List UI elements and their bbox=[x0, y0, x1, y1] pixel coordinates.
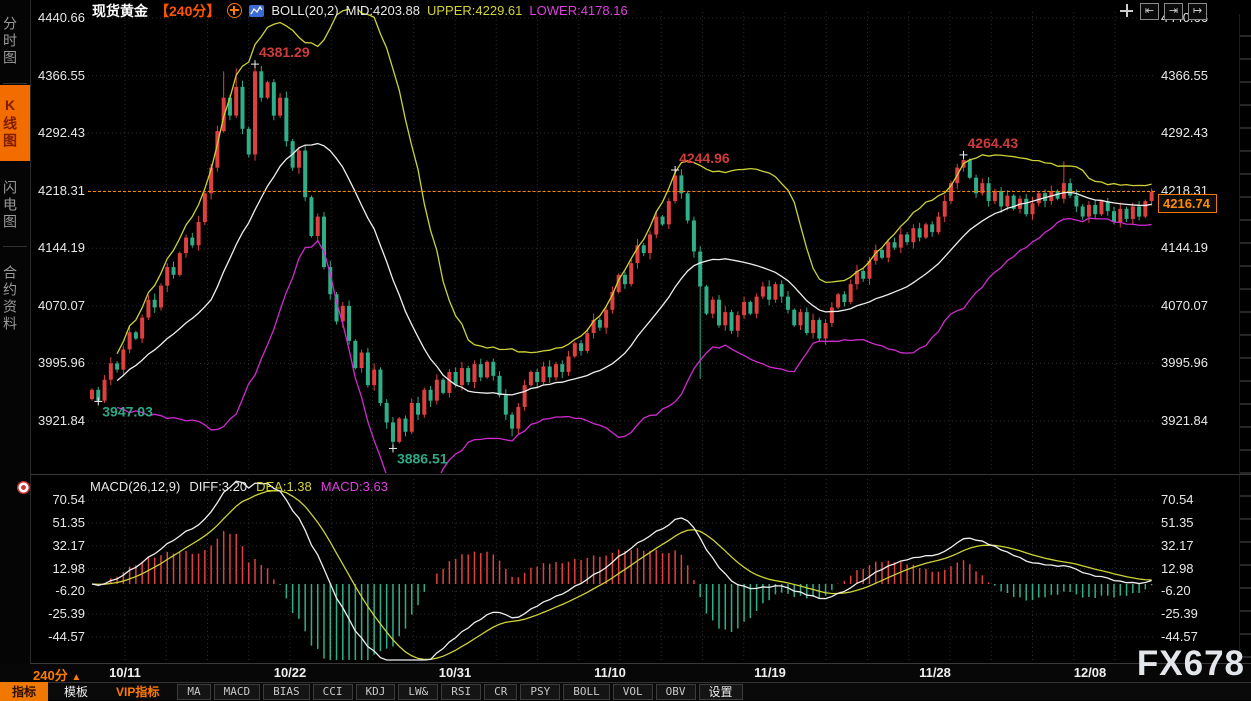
pane-separator bbox=[0, 474, 1251, 475]
price-annotation: 3886.51 bbox=[397, 450, 448, 466]
restore-icon[interactable] bbox=[227, 3, 242, 18]
indicator-button-rsi[interactable]: RSI bbox=[441, 684, 481, 700]
template-button[interactable]: 模板 bbox=[52, 682, 100, 701]
left-axis-label: 4218.31 bbox=[30, 183, 85, 198]
left-axis-label: 4366.55 bbox=[30, 68, 85, 83]
right-axis-label: -6.20 bbox=[1161, 583, 1235, 598]
right-axis-label: 4366.55 bbox=[1161, 68, 1235, 83]
left-axis-label: 12.98 bbox=[30, 561, 85, 576]
shift-right-icon[interactable]: ↦ bbox=[1188, 3, 1207, 20]
indicator-button-vol[interactable]: VOL bbox=[613, 684, 653, 700]
chart-tool-icons: ⇤ ⇥ ↦ bbox=[1118, 3, 1207, 20]
date-label: 12/08 bbox=[1060, 665, 1120, 680]
indicator-button-cr[interactable]: CR bbox=[484, 684, 517, 700]
indicator-settings-icon[interactable] bbox=[17, 481, 30, 494]
left-axis-label: 4144.19 bbox=[30, 240, 85, 255]
right-axis-label: -44.57 bbox=[1161, 629, 1235, 644]
macd-dea-value: DEA:1.38 bbox=[256, 479, 312, 494]
macd-diff-value: DIFF:3.20 bbox=[189, 479, 247, 494]
sidebar-divider bbox=[3, 246, 27, 247]
fx678-watermark: FX678 bbox=[1137, 644, 1245, 684]
left-axis-label: 3995.96 bbox=[30, 355, 85, 370]
indicator-button-ma[interactable]: MA bbox=[177, 684, 210, 700]
settings-button[interactable]: 设置 bbox=[699, 684, 743, 700]
sidebar-tab-flash[interactable]: 闪电图 bbox=[0, 166, 30, 244]
boll-lower-value: LOWER:4178.16 bbox=[529, 3, 627, 18]
left-axis-label: 51.35 bbox=[30, 515, 85, 530]
left-axis-label: 4440.66 bbox=[30, 10, 85, 25]
price-annotation: 4381.29 bbox=[259, 44, 310, 60]
boll-mid-value: MID:4203.88 bbox=[346, 3, 420, 18]
left-axis-label: 3921.84 bbox=[30, 413, 85, 428]
left-sidebar: 分时图 K线图 闪电图 合约资料 bbox=[0, 0, 31, 682]
indicator-button-obv[interactable]: OBV bbox=[656, 684, 696, 700]
indicator-button-bias[interactable]: BIAS bbox=[263, 684, 310, 700]
left-axis-label: -44.57 bbox=[30, 629, 85, 644]
current-price-line bbox=[88, 191, 1155, 192]
scale-left-icon[interactable]: ⇤ bbox=[1140, 3, 1159, 20]
chart-icon[interactable] bbox=[249, 5, 264, 17]
indicator-button-macd[interactable]: MACD bbox=[214, 684, 261, 700]
right-axis-label: 3921.84 bbox=[1161, 413, 1235, 428]
symbol-name: 现货黄金 bbox=[92, 1, 148, 21]
indicator-button-psy[interactable]: PSY bbox=[520, 684, 560, 700]
date-label: 10/22 bbox=[260, 665, 320, 680]
indicator-button-boll[interactable]: BOLL bbox=[563, 684, 610, 700]
right-scrollbar[interactable] bbox=[1239, 14, 1251, 660]
right-axis-label: 4070.07 bbox=[1161, 298, 1235, 313]
indicator-button-lw[interactable]: LW& bbox=[398, 684, 438, 700]
right-axis-label: 70.54 bbox=[1161, 492, 1235, 507]
vip-indicator-button[interactable]: VIP指标 bbox=[104, 682, 171, 701]
date-label: 10/11 bbox=[95, 665, 155, 680]
price-annotation: 3947.03 bbox=[102, 403, 153, 419]
date-label: 11/10 bbox=[580, 665, 640, 680]
macd-header: MACD(26,12,9) DIFF:3.20 DEA:1.38 MACD:3.… bbox=[90, 479, 388, 494]
price-annotation: 4264.43 bbox=[968, 135, 1019, 151]
date-label: 10/31 bbox=[425, 665, 485, 680]
right-axis-label: 51.35 bbox=[1161, 515, 1235, 530]
period-label: 【240分】 bbox=[155, 1, 220, 21]
right-axis-label: 4292.43 bbox=[1161, 125, 1235, 140]
price-annotation: 4244.96 bbox=[679, 150, 730, 166]
indicator-button-cci[interactable]: CCI bbox=[313, 684, 353, 700]
date-label: 11/28 bbox=[905, 665, 965, 680]
boll-upper-value: UPPER:4229.61 bbox=[427, 3, 522, 18]
crosshair-icon[interactable] bbox=[1118, 3, 1135, 18]
bottom-toolbar: 指标 模板 VIP指标 MAMACDBIASCCIKDJLW&RSICRPSYB… bbox=[0, 682, 1251, 700]
right-axis-label: 3995.96 bbox=[1161, 355, 1235, 370]
indicator-button[interactable]: 指标 bbox=[0, 682, 48, 701]
trading-app: { "header": { "symbol": "现货黄金", "period"… bbox=[0, 0, 1251, 699]
left-axis-label: 4292.43 bbox=[30, 125, 85, 140]
period-text: 240分 bbox=[33, 668, 68, 683]
chart-header: 现货黄金 【240分】 BOLL(20,2) MID:4203.88 UPPER… bbox=[92, 2, 628, 19]
sidebar-tab-kline[interactable]: K线图 bbox=[0, 85, 30, 161]
right-axis-label: 4144.19 bbox=[1161, 240, 1235, 255]
macd-macd-value: MACD:3.63 bbox=[321, 479, 388, 494]
scale-right-icon[interactable]: ⇥ bbox=[1164, 3, 1183, 20]
left-axis-label: -25.39 bbox=[30, 606, 85, 621]
left-axis-label: -6.20 bbox=[30, 583, 85, 598]
boll-title: BOLL(20,2) bbox=[271, 3, 338, 18]
candlestick-chart-canvas[interactable]: 3947.03 4381.29 3886.51 4244.96 4264.43 bbox=[0, 0, 1251, 663]
macd-title: MACD(26,12,9) bbox=[90, 479, 180, 494]
time-axis: 240分 ▲ 10/1110/2210/3111/1011/1911/2812/… bbox=[0, 664, 1251, 682]
right-axis-label: 32.17 bbox=[1161, 538, 1235, 553]
right-axis-label: 12.98 bbox=[1161, 561, 1235, 576]
sidebar-tab-timeline[interactable]: 分时图 bbox=[0, 2, 30, 80]
left-axis-label: 32.17 bbox=[30, 538, 85, 553]
right-axis-label: -25.39 bbox=[1161, 606, 1235, 621]
sidebar-tab-contract-info[interactable]: 合约资料 bbox=[0, 249, 30, 349]
indicator-button-kdj[interactable]: KDJ bbox=[356, 684, 396, 700]
sidebar-divider bbox=[3, 83, 27, 84]
current-price-tag: 4216.74 bbox=[1158, 194, 1217, 213]
left-axis-label: 4070.07 bbox=[30, 298, 85, 313]
left-axis-label: 70.54 bbox=[30, 492, 85, 507]
date-label: 11/19 bbox=[740, 665, 800, 680]
